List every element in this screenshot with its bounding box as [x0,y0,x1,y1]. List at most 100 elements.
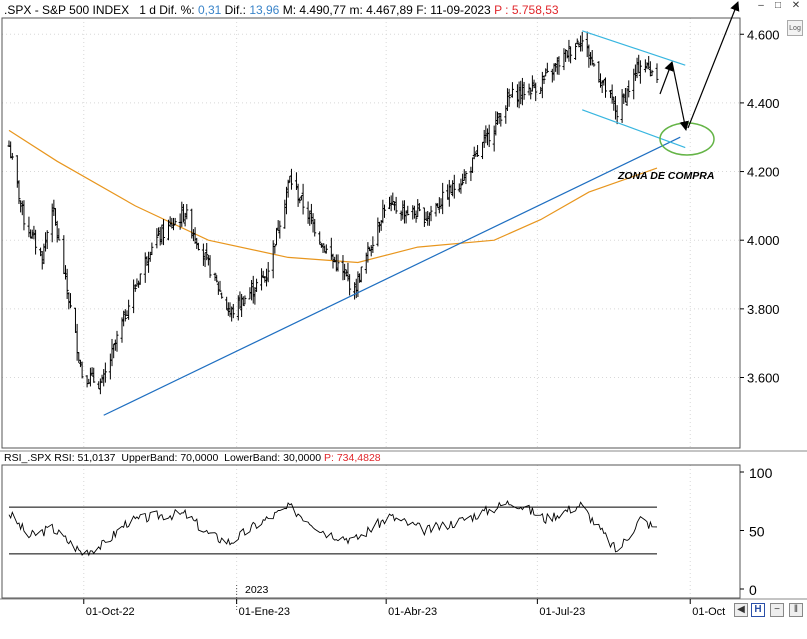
ohlc-bar [220,292,224,299]
ohlc-bar [635,57,639,79]
arrow-down [671,61,689,131]
minimize-button[interactable]: – [754,0,768,12]
ohlc-bar [201,243,205,266]
ohlc-bar [336,254,340,272]
ohlc-bar [492,125,496,152]
ohlc-bar [253,287,257,305]
ohlc-bar [20,200,24,216]
ohlc-bar [157,227,161,236]
save-layout-button[interactable]: H [751,603,765,617]
ohlc-bar [77,352,81,363]
ohlc-bar [329,237,333,260]
time-tick-label: 01-Jul-23 [539,606,585,618]
ohlc-bar [346,262,350,282]
ohlc-bar [57,228,61,241]
restore-button[interactable]: □ [771,0,785,12]
ohlc-bar [155,228,159,249]
ohlc-bar [519,80,523,105]
price-tick-label: 4.600 [747,27,780,42]
ohlc-bar [88,367,92,387]
ohlc-bar [550,68,554,83]
ohlc-bar [381,199,385,224]
ohlc-bar [321,243,325,253]
ohlc-bar [34,229,38,255]
ohlc-bar [283,199,287,229]
price-tick-label: 4.400 [747,96,780,111]
ohlc-bar [181,204,185,223]
ohlc-bar [471,157,475,173]
instrument-name: S&P 500 INDEX [42,3,130,17]
ohlc-bar [520,77,524,106]
ohlc-bar [451,180,455,197]
split-panels-button[interactable]: ‖ [789,603,803,617]
ohlc-bar [343,263,347,280]
ohlc-bar [464,171,468,185]
dif-pct-value: 0,31 [197,3,222,17]
arrow-up-2 [687,1,740,129]
ohlc-bar [359,266,363,283]
ohlc-bar [507,88,511,107]
zoom-out-button[interactable]: − [770,603,784,617]
ohlc-bar [127,299,131,320]
zona-de-compra-annotation: ZONA DE COMPRA [618,170,715,182]
min-label: m: [349,3,363,17]
close-button[interactable]: ✕ [789,0,803,12]
log-scale-button[interactable]: Log [787,20,803,36]
ohlc-bar [353,282,357,300]
ohlc-bar [113,339,117,351]
ohlc-bar [299,195,303,201]
ohlc-bar [308,210,312,226]
ohlc-bar [216,281,220,295]
ohlc-bar [580,31,584,52]
time-tick-label: 01-Oct [692,606,725,618]
rsi-tick-label: 50 [749,524,765,540]
p-label: P : [494,3,509,17]
ohlc-bar [655,63,659,83]
ohlc-bar [158,226,162,246]
ohlc-bar [515,84,519,108]
ohlc-bar [65,268,69,300]
ohlc-bar [276,220,280,232]
support-trendline [103,136,681,416]
ohlc-bar [334,254,338,272]
ohlc-bar [103,362,107,383]
ohlc-bar [585,31,589,58]
ohlc-bar [73,307,77,333]
ohlc-bar [406,205,410,216]
ohlc-bar [532,79,536,89]
ohlc-bar [27,216,31,238]
chart-canvas[interactable]: 3.600 3.800 4.000 4.200 4.400 4.600 0 50 100 01-O… [0,0,807,639]
upperband-label: UpperBand: [121,452,178,464]
ohlc-bar [383,204,387,218]
ohlc-bar [319,243,323,248]
ohlc-bar [132,279,136,314]
scroll-left-button[interactable]: ◀ [734,603,748,617]
symbol-sep: - [31,3,43,17]
rsi-tick-label: 100 [749,465,773,481]
year-label: 2023 [245,584,269,596]
channel-upper-line [582,30,686,66]
ohlc-bar [206,255,210,266]
ohlc-bar [120,317,124,343]
ohlc-bar [313,218,317,237]
ohlc-bar [481,141,485,160]
ohlc-bar [255,278,259,292]
max-value: 4.490,77 [299,3,347,17]
ohlc-bar [193,227,197,244]
ohlc-bar [579,35,583,52]
moving-average-line [8,129,658,264]
p-value: 5.758,53 [511,3,559,17]
ohlc-bar [602,79,606,86]
ohlc-bar [54,207,58,226]
ohlc-bar [135,278,139,287]
rsi-p-value: 734,4828 [336,452,381,464]
ohlc-bar [98,378,102,395]
date-value: 11-09-2023 [430,3,491,17]
ohlc-bar [364,252,368,274]
price-tick-label: 4.000 [747,233,780,248]
ohlc-bar [358,273,362,283]
ohlc-bar [633,64,637,81]
ohlc-bar [567,39,571,62]
ohlc-bar [487,124,491,148]
ohlc-bar [476,145,480,157]
